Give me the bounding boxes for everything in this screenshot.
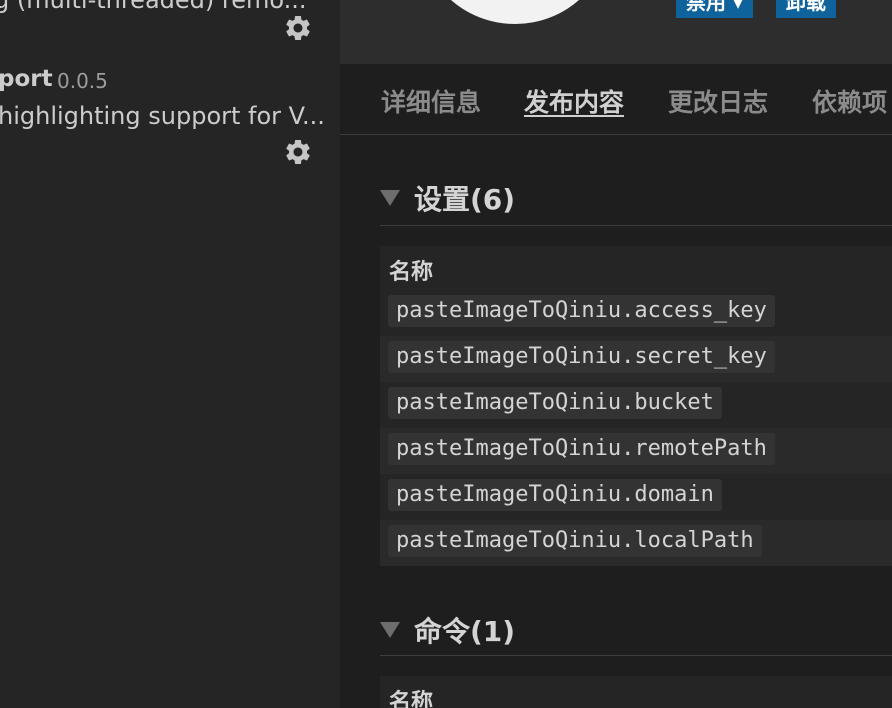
extension-description: g (multi-threaded) remo... xyxy=(0,0,307,14)
extension-detail-editor: 禁用 ▾ 卸载 详细信息 发布内容 更改日志 依赖项 设置(6) 名称 past… xyxy=(340,0,892,708)
triangle-down-icon xyxy=(380,622,400,638)
setting-key: pasteImageToQiniu.domain xyxy=(388,479,722,511)
extension-list-item[interactable]: g (multi-threaded) remo... xyxy=(0,0,340,64)
extension-name: port xyxy=(0,66,53,92)
extension-version: 0.0.5 xyxy=(57,69,108,93)
tab-details[interactable]: 详细信息 xyxy=(381,83,481,119)
divider xyxy=(380,655,892,656)
triangle-down-icon xyxy=(380,190,400,206)
commands-table: 名称 xyxy=(380,676,892,708)
divider xyxy=(380,225,892,226)
extension-description: highlighting support for V... xyxy=(0,102,325,130)
tab-dependencies[interactable]: 依赖项 xyxy=(812,83,887,119)
table-row: pasteImageToQiniu.secret_key xyxy=(380,336,892,382)
extension-logo xyxy=(420,0,610,24)
table-row: pasteImageToQiniu.localPath xyxy=(380,520,892,566)
settings-section-title: 设置(6) xyxy=(414,183,516,216)
table-row: pasteImageToQiniu.bucket xyxy=(380,382,892,428)
column-header-name: 名称 xyxy=(389,260,434,285)
column-header-name: 名称 xyxy=(389,690,434,708)
tab-changelog[interactable]: 更改日志 xyxy=(668,83,768,119)
setting-key: pasteImageToQiniu.secret_key xyxy=(388,341,775,373)
setting-key: pasteImageToQiniu.bucket xyxy=(388,387,722,419)
setting-key: pasteImageToQiniu.localPath xyxy=(388,525,762,557)
extension-header: 禁用 ▾ 卸载 xyxy=(340,0,892,64)
table-row: pasteImageToQiniu.domain xyxy=(380,474,892,520)
setting-key: pasteImageToQiniu.access_key xyxy=(388,295,775,327)
extensions-sidebar: g (multi-threaded) remo... port 0.0.5 hi… xyxy=(0,0,340,708)
commands-section-title: 命令(1) xyxy=(414,615,516,648)
setting-key: pasteImageToQiniu.remotePath xyxy=(388,433,775,465)
extension-list-item[interactable]: port 0.0.5 highlighting support for V... xyxy=(0,64,340,174)
tab-contributions[interactable]: 发布内容 xyxy=(524,83,624,119)
table-row: pasteImageToQiniu.access_key xyxy=(380,290,892,336)
detail-tabs: 详细信息 发布内容 更改日志 依赖项 xyxy=(340,64,892,135)
disable-button[interactable]: 禁用 ▾ xyxy=(676,0,754,18)
vscode-window: g (multi-threaded) remo... port 0.0.5 hi… xyxy=(0,0,892,708)
gear-icon[interactable] xyxy=(283,13,313,43)
gear-icon[interactable] xyxy=(283,137,313,167)
settings-table: 名称 pasteImageToQiniu.access_key pasteIma… xyxy=(380,246,892,566)
uninstall-button[interactable]: 卸载 xyxy=(776,0,836,18)
table-row: pasteImageToQiniu.remotePath xyxy=(380,428,892,474)
